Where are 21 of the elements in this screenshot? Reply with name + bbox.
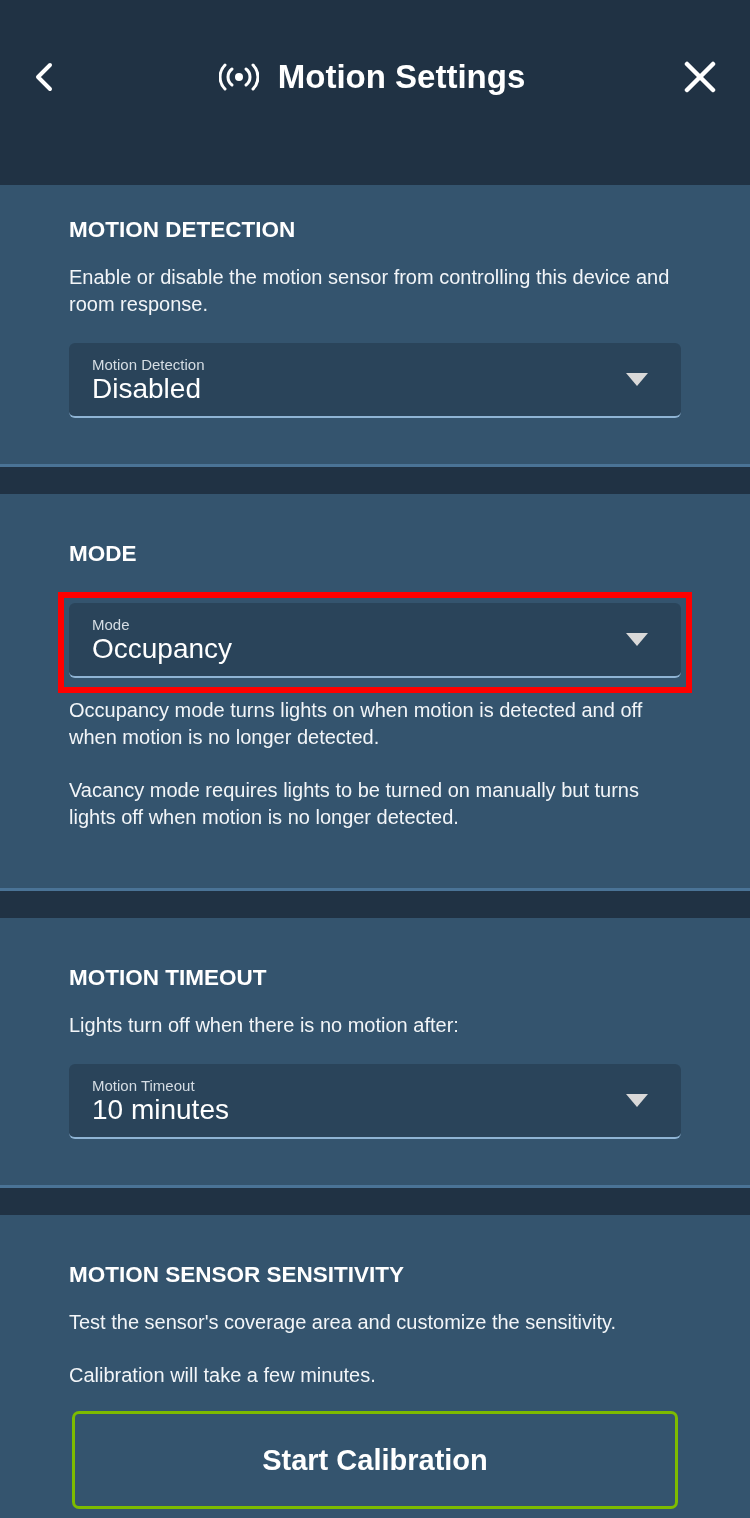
page-title: Motion Settings: [277, 57, 526, 97]
close-icon: [684, 61, 716, 93]
calibration-button[interactable]: Start Calibration: [72, 1411, 678, 1509]
section-heading: MOTION TIMEOUT: [69, 964, 268, 992]
section-heading: MODE: [69, 540, 138, 568]
description-text: Vacancy mode requires lights to be turned on manually but turns lights off when motion is no longer detected.: [69, 778, 640, 830]
description-text: Calibration will take a few minutes.: [69, 1363, 377, 1388]
dropdown-field[interactable]: Motion Timeout 10 minutes: [69, 1064, 681, 1139]
section-heading: MOTION DETECTION: [69, 216, 297, 244]
description-text: Test the sensor's coverage area and customize the sensitivity.: [69, 1310, 618, 1335]
dropdown-field[interactable]: Mode Occupancy: [69, 603, 681, 678]
caret-icon: [626, 633, 648, 646]
caret-icon: [626, 1094, 648, 1107]
section-heading: MOTION SENSOR SENSITIVITY: [69, 1261, 406, 1289]
signal-waves-icon: [218, 63, 259, 91]
back-icon: [35, 62, 53, 92]
description-text: Occupancy mode turns lights on when motion is detected and off when motion is no longer detected.: [69, 698, 644, 750]
description-text: Enable or disable the motion sensor from controlling this device and room response.: [69, 265, 671, 317]
caret-icon: [626, 373, 648, 386]
dropdown-field[interactable]: Motion Detection Disabled: [69, 343, 681, 418]
description-text: Lights turn off when there is no motion after:: [69, 1013, 460, 1038]
